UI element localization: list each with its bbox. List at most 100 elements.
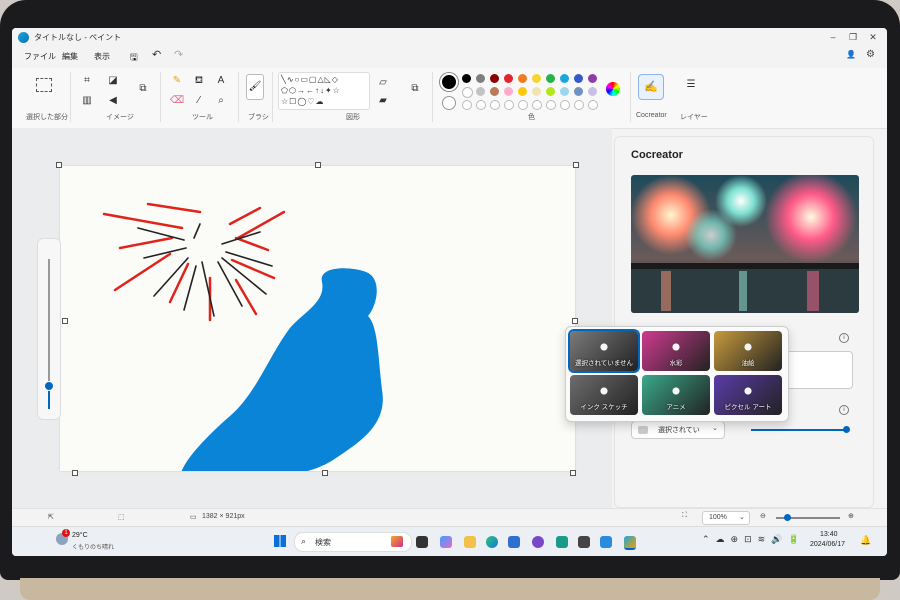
menu-view[interactable]: 表示: [94, 51, 110, 62]
brush-icon[interactable]: 🖌: [246, 74, 264, 100]
style-option[interactable]: 油絵: [714, 331, 782, 371]
custom-color-slot[interactable]: [476, 100, 486, 110]
edit-colors-icon[interactable]: [606, 82, 620, 96]
outline-icon[interactable]: ▱: [376, 76, 390, 90]
custom-color-slot[interactable]: [532, 100, 542, 110]
file-explorer-icon[interactable]: [464, 536, 476, 548]
palette-color-swatch[interactable]: [476, 87, 485, 96]
magnifier-icon[interactable]: ⌕: [214, 94, 228, 108]
custom-color-slot[interactable]: [588, 100, 598, 110]
style-option[interactable]: 水彩: [642, 331, 710, 371]
palette-color-swatch[interactable]: [588, 74, 597, 83]
copilot-icon[interactable]: [440, 536, 452, 548]
cocreator-button[interactable]: ✍: [638, 74, 664, 100]
palette-color-swatch[interactable]: [504, 87, 513, 96]
palette-color-swatch[interactable]: [490, 87, 499, 96]
minimize-button[interactable]: –: [827, 31, 839, 43]
zoom-out-icon[interactable]: ⊖: [760, 512, 766, 520]
redo-icon[interactable]: ↷: [174, 48, 183, 61]
secondary-color[interactable]: [442, 96, 456, 110]
style-option[interactable]: アニメ: [642, 375, 710, 415]
resize-handle[interactable]: [573, 162, 579, 168]
primary-color[interactable]: [440, 73, 458, 91]
resize-handle[interactable]: [72, 470, 78, 476]
notification-icon[interactable]: 🔔: [860, 535, 871, 546]
custom-color-slot[interactable]: [560, 100, 570, 110]
close-button[interactable]: ✕: [867, 31, 879, 43]
palette-color-swatch[interactable]: [518, 87, 527, 96]
select-tool-icon[interactable]: [36, 78, 52, 92]
zoom-in-icon[interactable]: ⊕: [848, 512, 854, 520]
palette-color-swatch[interactable]: [532, 74, 541, 83]
info-icon[interactable]: i: [839, 333, 849, 343]
zoom-select[interactable]: 100% ⌄: [702, 511, 750, 525]
palette-color-swatch[interactable]: [574, 87, 583, 96]
slider-thumb[interactable]: [843, 426, 850, 433]
store-icon[interactable]: [508, 536, 520, 548]
custom-color-slot[interactable]: [462, 100, 472, 110]
image-select-icon[interactable]: ⧉: [136, 82, 150, 96]
resize-handle[interactable]: [572, 318, 578, 324]
resize-handle[interactable]: [315, 162, 321, 168]
prompt-input[interactable]: [783, 351, 853, 389]
search-box[interactable]: ⌕ 検索: [294, 532, 412, 552]
info-icon[interactable]: i: [839, 405, 849, 415]
layers-shape-icon[interactable]: ⧉: [408, 82, 422, 96]
edge-icon[interactable]: [486, 536, 498, 548]
pencil-icon[interactable]: ✎: [170, 74, 184, 88]
palette-color-swatch[interactable]: [462, 74, 471, 83]
slider-thumb[interactable]: [44, 381, 54, 391]
zoom-slider[interactable]: [776, 514, 840, 521]
slider-thumb[interactable]: [784, 514, 791, 521]
palette-color-swatch[interactable]: [588, 87, 597, 96]
creativity-slider[interactable]: [751, 426, 850, 433]
palette-color-swatch[interactable]: [546, 74, 555, 83]
rotate-icon[interactable]: ▥: [80, 94, 94, 108]
app-icon[interactable]: [556, 536, 568, 548]
resize-handle[interactable]: [570, 470, 576, 476]
resize-handle[interactable]: [56, 162, 62, 168]
resize-handle[interactable]: [62, 318, 68, 324]
maximize-button[interactable]: ❐: [847, 31, 859, 43]
color-picker-icon[interactable]: ⁄: [192, 94, 206, 108]
menu-file[interactable]: ファイル: [24, 51, 56, 62]
palette-color-swatch[interactable]: [560, 87, 569, 96]
fill-shape-icon[interactable]: ▰: [376, 94, 390, 108]
palette-color-swatch[interactable]: [546, 87, 555, 96]
paint-taskbar-icon[interactable]: [624, 536, 636, 550]
system-tray-icons[interactable]: ⌃☁⊕⊡≋🔊🔋: [702, 534, 806, 545]
custom-color-slot[interactable]: [574, 100, 584, 110]
palette-color-swatch[interactable]: [574, 74, 583, 83]
text-icon[interactable]: A: [214, 74, 228, 88]
fill-icon[interactable]: ⛾: [192, 74, 206, 88]
style-option[interactable]: 選択されていません: [570, 331, 638, 371]
flip-icon[interactable]: ◀: [106, 94, 120, 108]
palette-color-swatch[interactable]: [490, 74, 499, 83]
brush-size-slider[interactable]: [37, 238, 61, 420]
style-option[interactable]: ピクセル アート: [714, 375, 782, 415]
palette-color-swatch[interactable]: [462, 87, 473, 98]
account-icon[interactable]: 👤: [846, 50, 856, 59]
undo-icon[interactable]: ↶: [152, 48, 161, 61]
resize-handle[interactable]: [322, 470, 328, 476]
palette-color-swatch[interactable]: [476, 74, 485, 83]
custom-color-slot[interactable]: [504, 100, 514, 110]
photos-icon[interactable]: [600, 536, 612, 548]
save-icon[interactable]: 🖫: [130, 50, 138, 66]
drawing-canvas[interactable]: [60, 166, 575, 471]
eraser-icon[interactable]: ⌫: [170, 94, 184, 108]
fit-to-window-icon[interactable]: ⛶: [682, 512, 687, 520]
palette-color-swatch[interactable]: [532, 87, 541, 96]
custom-color-slot[interactable]: [490, 100, 500, 110]
style-option[interactable]: インク スケッチ: [570, 375, 638, 415]
layers-icon[interactable]: ☰: [684, 78, 698, 92]
crop-icon[interactable]: ⌗: [80, 74, 94, 88]
custom-color-slot[interactable]: [546, 100, 556, 110]
palette-color-swatch[interactable]: [560, 74, 569, 83]
app-icon[interactable]: [532, 536, 544, 548]
start-icon[interactable]: [274, 535, 286, 547]
palette-color-swatch[interactable]: [504, 74, 513, 83]
settings-icon[interactable]: ⚙: [866, 49, 875, 60]
generated-image-preview[interactable]: [631, 175, 859, 313]
menu-edit[interactable]: 編集: [62, 51, 78, 62]
